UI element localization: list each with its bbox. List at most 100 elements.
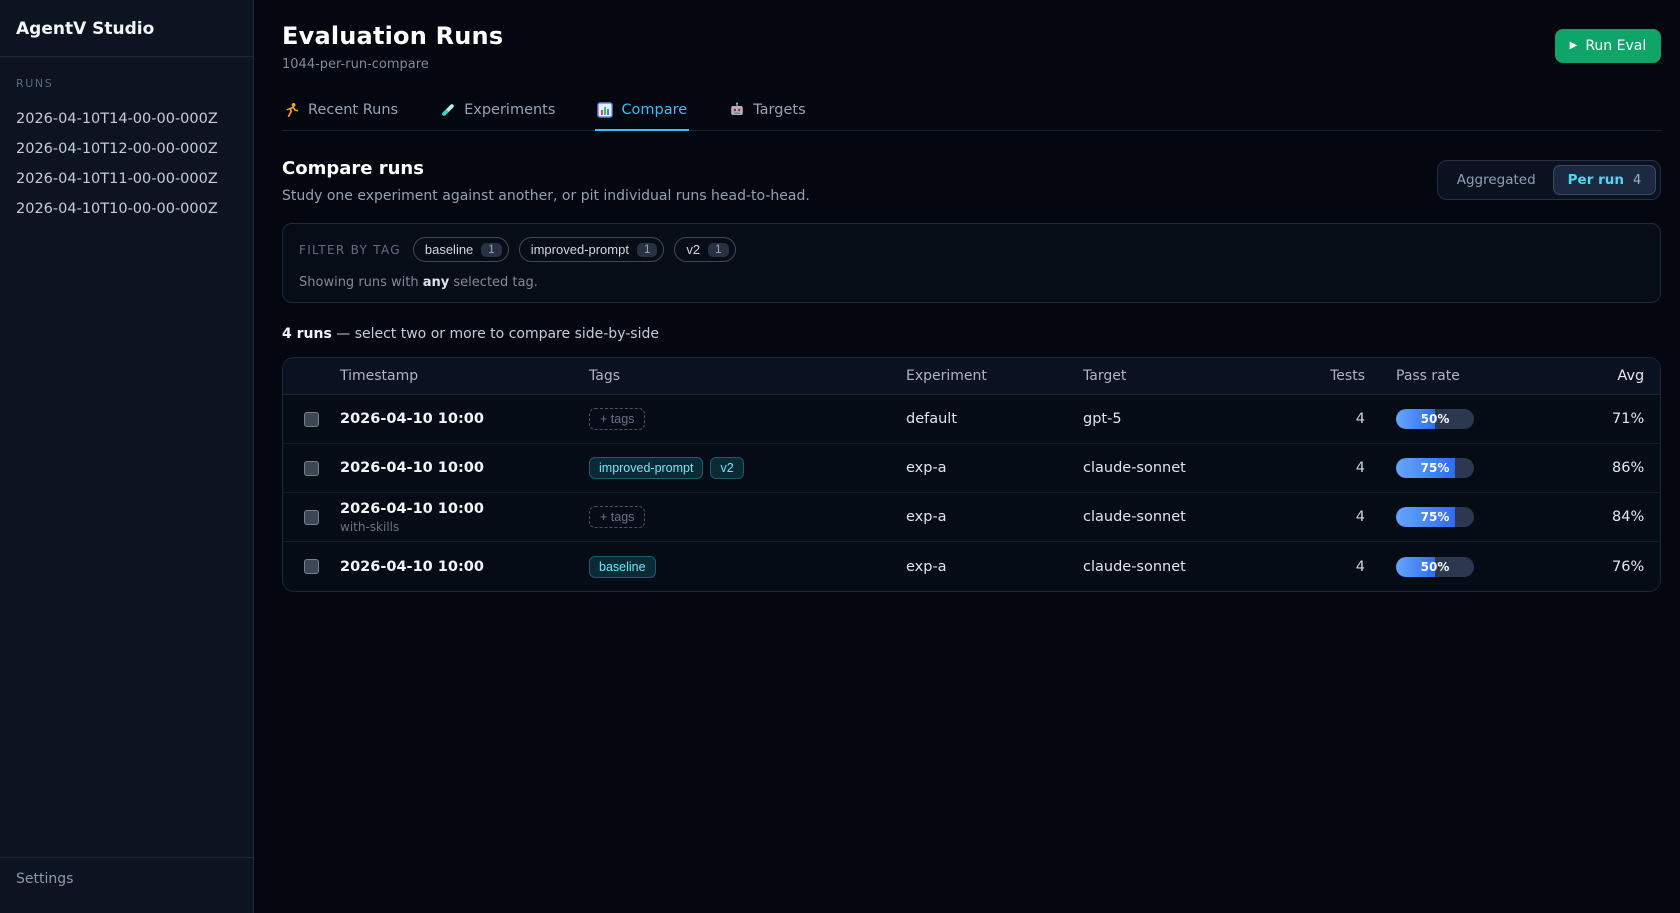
filter-chip-v2[interactable]: v2 1 xyxy=(674,237,735,262)
section-description: Study one experiment against another, or… xyxy=(282,188,810,204)
pass-rate-pill: 50% xyxy=(1396,409,1474,429)
row-avg: 86% xyxy=(1612,460,1660,476)
app-title: AgentV Studio xyxy=(0,0,253,57)
pass-rate-label: 50% xyxy=(1396,557,1474,577)
view-mode-toggle: Aggregated Per run 4 xyxy=(1437,160,1662,200)
row-checkbox[interactable] xyxy=(304,461,319,476)
tag-chip[interactable]: baseline xyxy=(589,556,656,578)
pass-rate-label: 75% xyxy=(1396,458,1474,478)
tab-label: Recent Runs xyxy=(308,102,398,118)
test-tube-icon xyxy=(440,102,456,118)
tag-chip[interactable]: improved-prompt xyxy=(589,457,703,479)
sidebar-nav: RUNS 2026-04-10T14-00-00-000Z 2026-04-10… xyxy=(0,57,253,857)
row-timestamp: 2026-04-10 10:00 xyxy=(340,411,589,427)
tab-label: Targets xyxy=(753,102,805,118)
pass-rate-label: 50% xyxy=(1396,409,1474,429)
row-checkbox[interactable] xyxy=(304,559,319,574)
filter-chip-label: v2 xyxy=(686,242,700,257)
tab-targets[interactable]: Targets xyxy=(727,102,807,131)
tab-label: Compare xyxy=(621,102,687,118)
row-tests: 4 xyxy=(1303,460,1365,476)
row-target: claude-sonnet xyxy=(1083,509,1303,525)
sidebar-run-item[interactable]: 2026-04-10T14-00-00-000Z xyxy=(16,104,237,134)
runs-section-label: RUNS xyxy=(16,77,237,90)
page-title: Evaluation Runs xyxy=(282,22,503,50)
row-avg: 71% xyxy=(1612,411,1660,427)
compare-section-header: Compare runs Study one experiment agains… xyxy=(282,158,1661,204)
tab-label: Experiments xyxy=(464,102,555,118)
col-target: Target xyxy=(1083,368,1303,384)
pass-rate-label: 75% xyxy=(1396,507,1474,527)
row-experiment: exp-a xyxy=(906,559,1083,575)
sidebar: AgentV Studio RUNS 2026-04-10T14-00-00-0… xyxy=(0,0,254,913)
filter-chip-count: 1 xyxy=(637,243,657,257)
table-header-row: Timestamp Tags Experiment Target Tests P… xyxy=(283,358,1660,395)
play-icon: ▶ xyxy=(1570,41,1578,51)
filter-note-any: any xyxy=(423,275,450,290)
toggle-label: Aggregated xyxy=(1457,172,1536,188)
toggle-per-run[interactable]: Per run 4 xyxy=(1553,165,1657,195)
col-tests: Tests xyxy=(1303,368,1365,384)
row-sublabel: with-skills xyxy=(340,520,589,534)
row-target: gpt-5 xyxy=(1083,411,1303,427)
row-experiment: exp-a xyxy=(906,460,1083,476)
run-eval-label: Run Eval xyxy=(1585,38,1646,54)
tag-chip[interactable]: v2 xyxy=(710,457,743,479)
main-content: Evaluation Runs 1044-per-run-compare ▶ R… xyxy=(254,0,1680,913)
sidebar-run-item[interactable]: 2026-04-10T12-00-00-000Z xyxy=(16,134,237,164)
tab-recent-runs[interactable]: Recent Runs xyxy=(282,102,400,131)
row-target: claude-sonnet xyxy=(1083,559,1303,575)
runs-summary: 4 runs — select two or more to compare s… xyxy=(282,326,1661,342)
table-row: 2026-04-10 10:00 with-skills + tags exp-… xyxy=(283,493,1660,542)
row-checkbox[interactable] xyxy=(304,510,319,525)
row-checkbox[interactable] xyxy=(304,412,319,427)
sidebar-run-item[interactable]: 2026-04-10T10-00-00-000Z xyxy=(16,194,237,224)
pass-rate-pill: 75% xyxy=(1396,507,1474,527)
settings-link[interactable]: Settings xyxy=(0,857,253,913)
table-row: 2026-04-10 10:00 improved-prompt v2 exp-… xyxy=(283,444,1660,493)
table-row: 2026-04-10 10:00 baseline exp-a claude-s… xyxy=(283,542,1660,591)
filter-chip-label: baseline xyxy=(425,242,473,257)
col-experiment: Experiment xyxy=(906,368,1083,384)
row-timestamp: 2026-04-10 10:00 xyxy=(340,460,589,476)
add-tags-button[interactable]: + tags xyxy=(589,506,645,528)
filter-chip-label: improved-prompt xyxy=(531,242,629,257)
row-tests: 4 xyxy=(1303,411,1365,427)
row-timestamp: 2026-04-10 10:00 xyxy=(340,559,589,575)
page-header: Evaluation Runs 1044-per-run-compare ▶ R… xyxy=(282,22,1661,72)
row-tests: 4 xyxy=(1303,559,1365,575)
filter-by-tag-label: FILTER BY TAG xyxy=(299,243,401,257)
sidebar-run-item[interactable]: 2026-04-10T11-00-00-000Z xyxy=(16,164,237,194)
table-body: 2026-04-10 10:00 + tags default gpt-5 4 … xyxy=(283,395,1660,591)
row-timestamp: 2026-04-10 10:00 with-skills xyxy=(340,501,589,534)
col-pass-rate: Pass rate xyxy=(1365,368,1612,384)
runs-table: Timestamp Tags Experiment Target Tests P… xyxy=(282,357,1661,592)
tab-experiments[interactable]: Experiments xyxy=(438,102,557,131)
row-avg: 84% xyxy=(1612,509,1660,525)
filter-chip-baseline[interactable]: baseline 1 xyxy=(413,237,509,262)
toggle-count-badge: 4 xyxy=(1633,173,1641,188)
toggle-aggregated[interactable]: Aggregated xyxy=(1442,165,1551,195)
runner-icon xyxy=(284,102,300,118)
row-target: claude-sonnet xyxy=(1083,460,1303,476)
pass-rate-pill: 75% xyxy=(1396,458,1474,478)
row-avg: 76% xyxy=(1612,559,1660,575)
row-experiment: exp-a xyxy=(906,509,1083,525)
filter-chip-count: 1 xyxy=(481,243,501,257)
filter-chip-count: 1 xyxy=(708,243,728,257)
tab-compare[interactable]: Compare xyxy=(595,102,689,131)
col-tags: Tags xyxy=(589,368,906,384)
filter-chip-improved-prompt[interactable]: improved-prompt 1 xyxy=(519,237,665,262)
col-avg: Avg xyxy=(1612,368,1660,384)
page-subtitle: 1044-per-run-compare xyxy=(282,57,503,72)
run-eval-button[interactable]: ▶ Run Eval xyxy=(1555,29,1662,63)
tag-filter-panel: FILTER BY TAG baseline 1 improved-prompt… xyxy=(282,223,1661,303)
robot-icon xyxy=(729,102,745,118)
add-tags-button[interactable]: + tags xyxy=(589,408,645,430)
section-title: Compare runs xyxy=(282,158,810,179)
toggle-label: Per run xyxy=(1568,172,1624,188)
pass-rate-pill: 50% xyxy=(1396,557,1474,577)
tab-bar: Recent Runs Experiments Compare xyxy=(282,102,1661,131)
row-tests: 4 xyxy=(1303,509,1365,525)
row-experiment: default xyxy=(906,411,1083,427)
